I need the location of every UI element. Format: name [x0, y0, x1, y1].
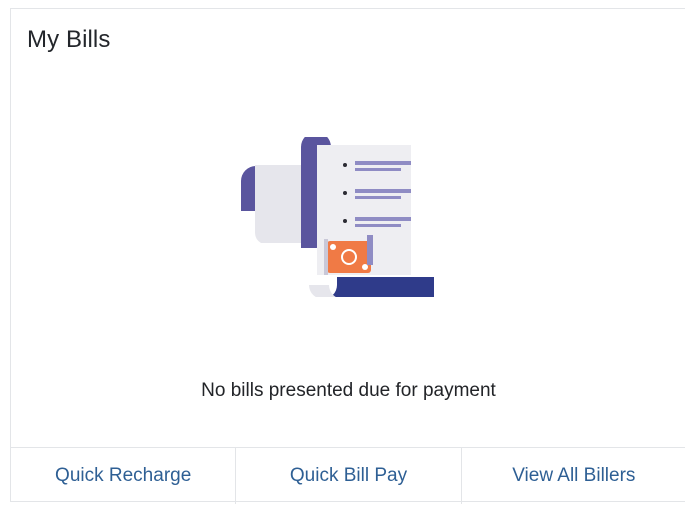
card-title: My Bills: [27, 26, 111, 53]
my-bills-card: My Bills No bills presented due for paym…: [10, 8, 685, 504]
quick-bill-pay-link[interactable]: Quick Bill Pay: [236, 448, 462, 504]
quick-recharge-link[interactable]: Quick Recharge: [11, 448, 237, 504]
empty-state-message: No bills presented due for payment: [201, 380, 496, 401]
view-all-billers-link[interactable]: View All Billers: [462, 448, 685, 504]
bill-receipt-illustration: [241, 137, 434, 297]
card-footer-actions: Quick Recharge Quick Bill Pay View All B…: [11, 447, 685, 504]
